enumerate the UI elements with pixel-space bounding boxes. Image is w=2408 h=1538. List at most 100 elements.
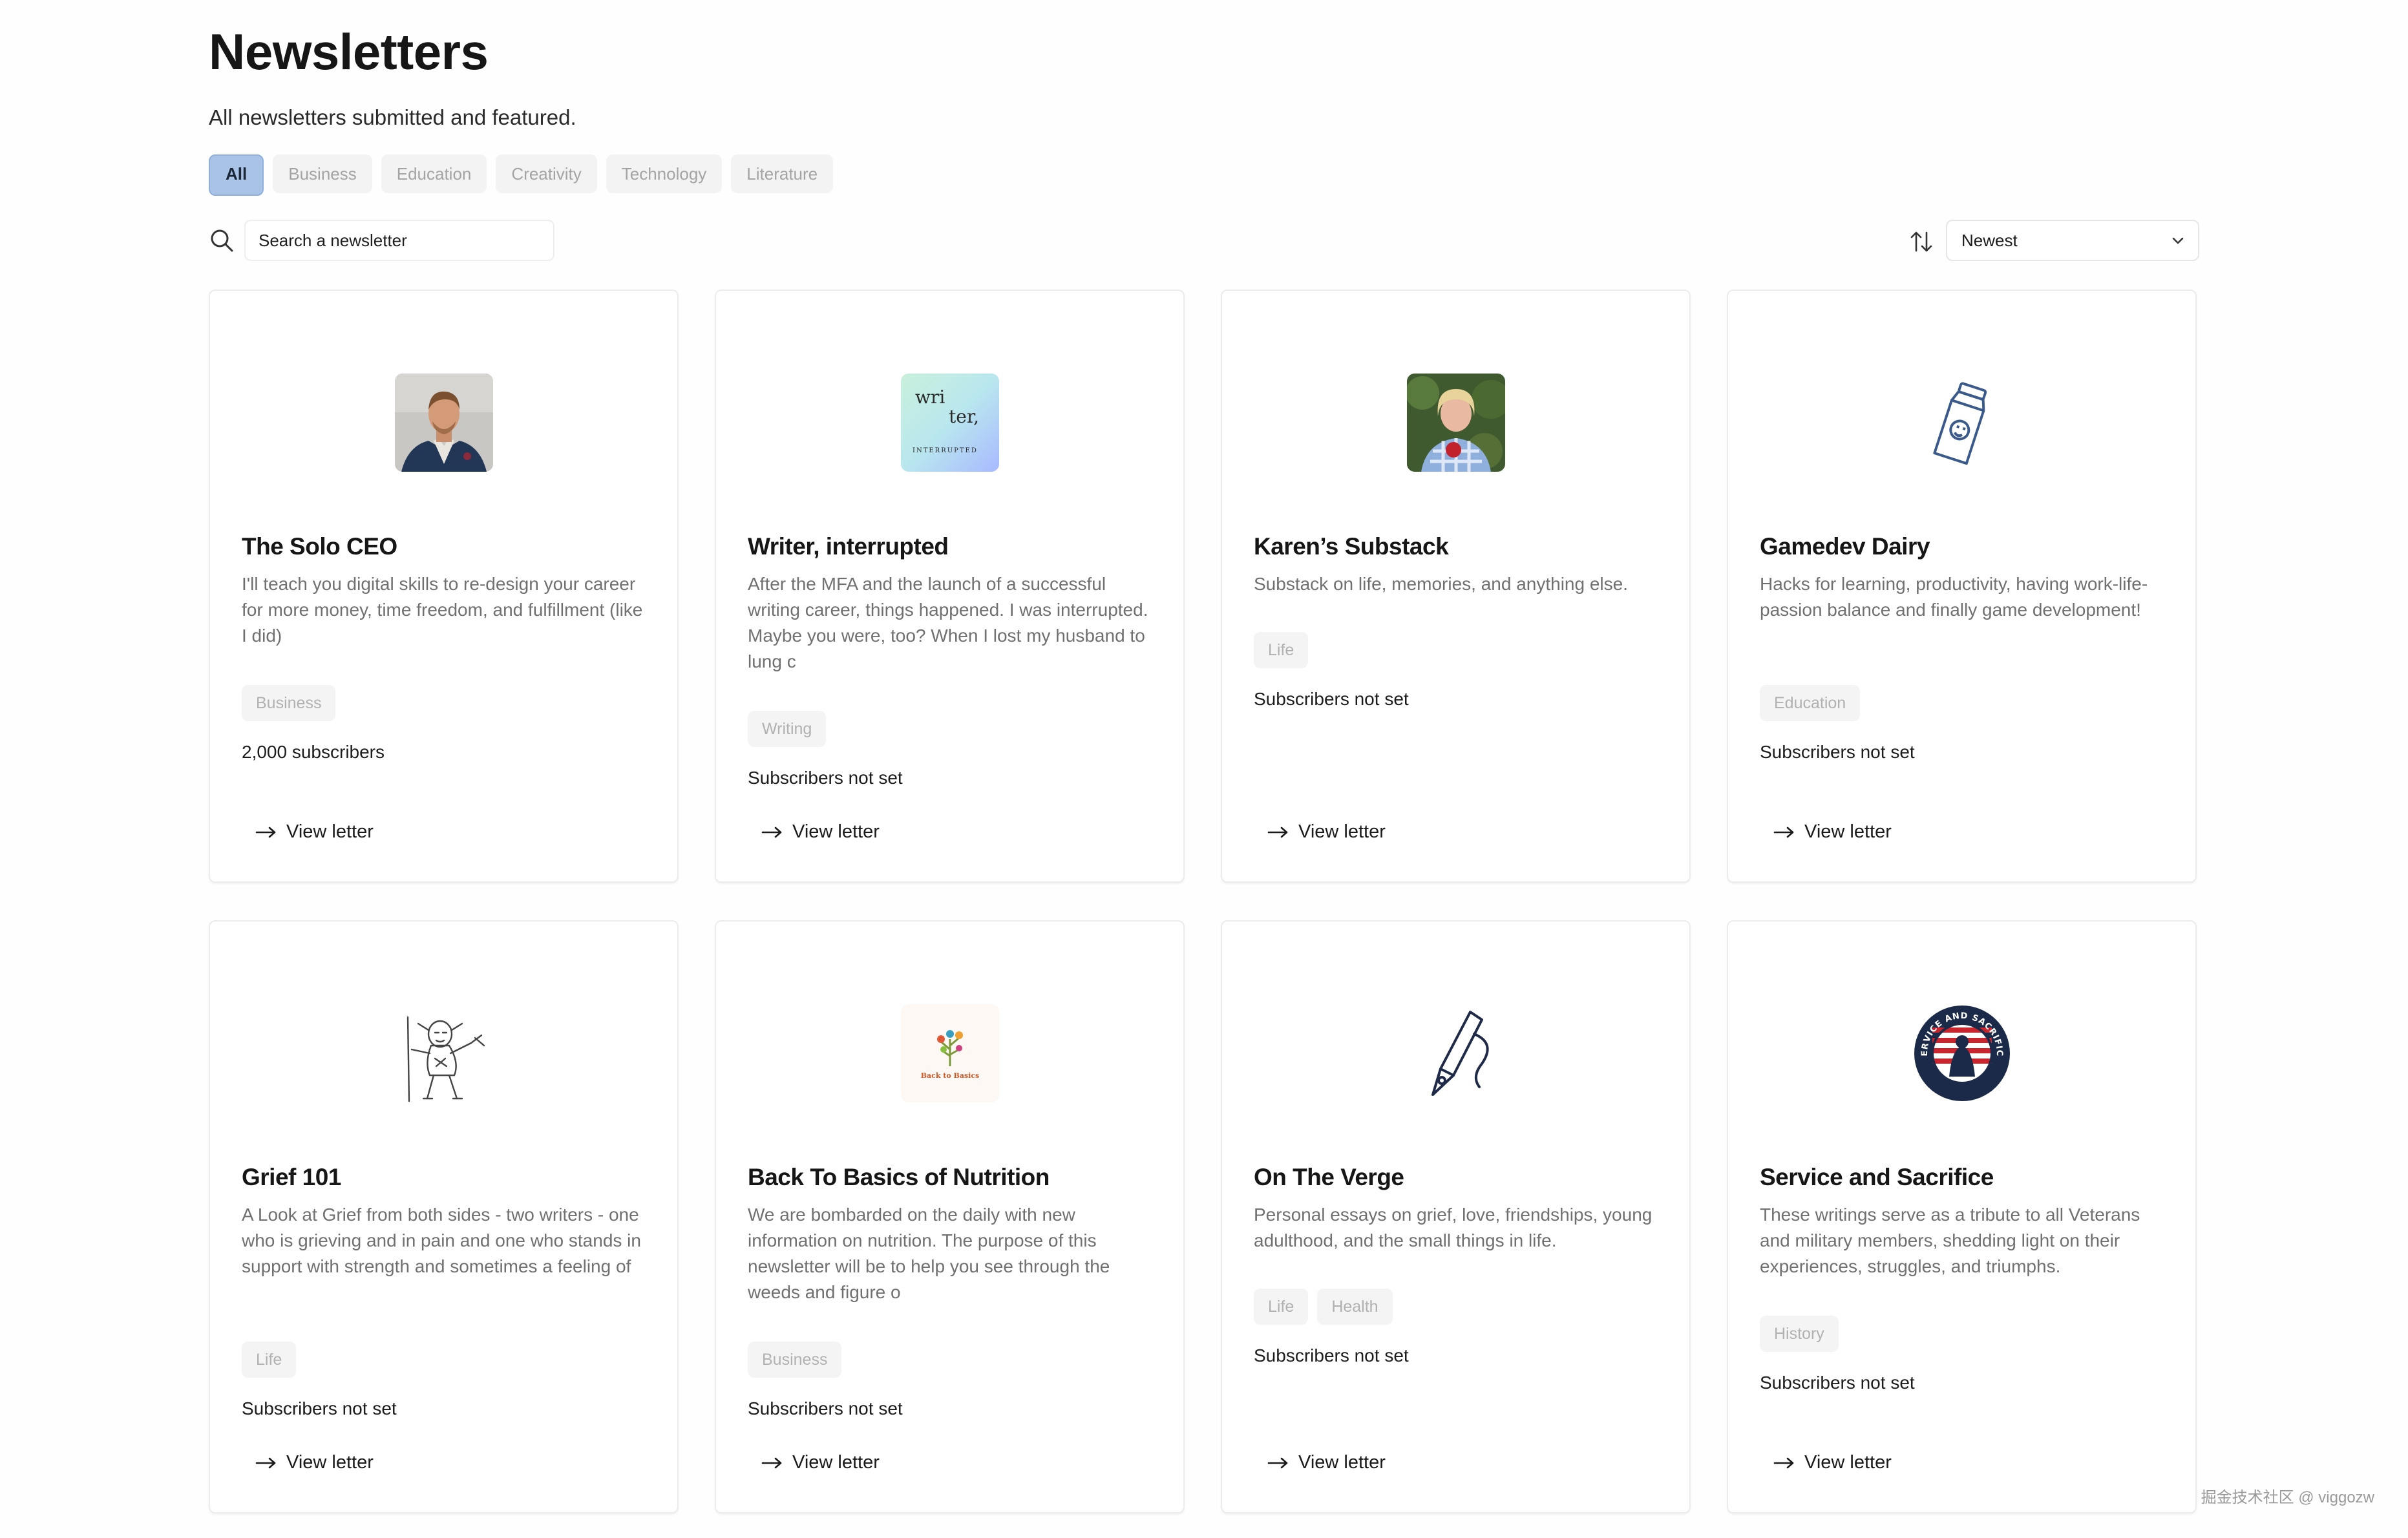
card-tags: Business: [242, 685, 336, 721]
tag-health[interactable]: Health: [1317, 1289, 1393, 1325]
subscriber-count: Subscribers not set: [748, 768, 903, 788]
woman-portrait-photo: [1407, 374, 1505, 472]
subscriber-count: Subscribers not set: [1254, 1345, 1409, 1365]
view-letter-label: View letter: [286, 821, 374, 842]
filter-all[interactable]: All: [209, 154, 264, 196]
view-letter-link[interactable]: View letter: [255, 821, 374, 843]
subscriber-count: Subscribers not set: [1760, 742, 1915, 762]
view-letter-link[interactable]: View letter: [255, 1452, 374, 1473]
logo-word-2: ter,: [949, 406, 979, 427]
subscriber-count: Subscribers not set: [748, 1398, 903, 1418]
filter-literature[interactable]: Literature: [731, 154, 834, 193]
fountain-pen-icon: [1407, 1004, 1505, 1102]
view-letter-link[interactable]: View letter: [761, 1452, 880, 1473]
logo-word-3: INTERRUPTED: [913, 447, 978, 454]
card-description: Hacks for learning, productivity, having…: [1760, 574, 2148, 620]
view-letter-link[interactable]: View letter: [1773, 1452, 1892, 1473]
search-icon: [211, 229, 233, 252]
newsletter-card[interactable]: Grief 101 A Look at Grief from both side…: [209, 920, 679, 1513]
arrow-right-icon: [1267, 1457, 1288, 1468]
filter-education[interactable]: Education: [381, 154, 487, 193]
tag-life[interactable]: Life: [1254, 632, 1309, 668]
filter-creativity[interactable]: Creativity: [496, 154, 597, 193]
card-description: Substack on life, memories, and anything…: [1254, 574, 1628, 594]
card-description: These writings serve as a tribute to all…: [1760, 1205, 2140, 1276]
arrow-right-icon: [1773, 827, 1794, 837]
filter-technology[interactable]: Technology: [606, 154, 723, 193]
view-letter-link[interactable]: View letter: [1773, 821, 1892, 843]
newsletter-card[interactable]: Karen’s Substack Substack on life, memor…: [1221, 290, 1691, 883]
tag-writing[interactable]: Writing: [748, 711, 827, 747]
view-letter-label: View letter: [1298, 821, 1386, 842]
card-title: Writer, interrupted: [748, 533, 949, 560]
watermark: 掘金技术社区 @ viggozw: [2201, 1489, 2374, 1506]
card-tags: Writing: [748, 711, 827, 747]
goblin-sketch-logo: [395, 1004, 493, 1102]
card-title: Service and Sacrifice: [1760, 1164, 1994, 1190]
view-letter-label: View letter: [792, 1452, 880, 1473]
arrow-right-icon: [1267, 827, 1288, 837]
toolbar: Newest: [209, 220, 2199, 262]
newsletter-card[interactable]: Gamedev Dairy Hacks for learning, produc…: [1727, 290, 2197, 883]
page-subtitle: All newsletters submitted and featured.: [209, 105, 576, 129]
card-description: Personal essays on grief, love, friendsh…: [1254, 1205, 1653, 1250]
card-tags: Business: [748, 1342, 842, 1378]
newsletter-card[interactable]: Back to Basics Back To Basics of Nutriti…: [715, 920, 1185, 1513]
card-tags: Life: [1254, 632, 1309, 668]
card-title: Karen’s Substack: [1254, 533, 1449, 560]
tag-life[interactable]: Life: [1254, 1289, 1309, 1325]
card-title: Back To Basics of Nutrition: [748, 1164, 1050, 1190]
view-letter-link[interactable]: View letter: [1267, 1452, 1386, 1473]
card-tags: History: [1760, 1316, 1839, 1352]
arrow-right-icon: [761, 1457, 782, 1468]
milk-carton-icon: [1913, 374, 2011, 472]
filter-business[interactable]: Business: [273, 154, 372, 193]
back-to-basics-logo: Back to Basics: [901, 1004, 999, 1102]
man-portrait-photo: [395, 374, 493, 472]
arrow-right-icon: [255, 1457, 276, 1468]
subscriber-count: Subscribers not set: [1254, 689, 1409, 709]
card-title: Gamedev Dairy: [1760, 533, 1930, 560]
newsletter-card[interactable]: wri ter, INTERRUPTED Writer, interrupted…: [715, 290, 1185, 883]
card-description: I'll teach you digital skills to re-desi…: [242, 574, 643, 646]
tag-life[interactable]: Life: [242, 1342, 297, 1378]
gradient-wordmark-logo: wri ter, INTERRUPTED: [901, 374, 999, 472]
card-description: We are bombarded on the daily with new i…: [748, 1205, 1110, 1302]
chevron-down-icon: [2172, 237, 2184, 244]
newsletter-card[interactable]: SERVICE AND SACRIFICE Service and Sacrif…: [1727, 920, 2197, 1513]
subscriber-count: 2,000 subscribers: [242, 742, 385, 762]
view-letter-label: View letter: [792, 821, 880, 842]
arrow-right-icon: [255, 827, 276, 837]
view-letter-label: View letter: [286, 1452, 374, 1473]
card-description: A Look at Grief from both sides - two wr…: [242, 1205, 641, 1276]
view-letter-label: View letter: [1804, 821, 1892, 842]
logo-word-1: wri: [915, 386, 945, 408]
view-letter-link[interactable]: View letter: [761, 821, 880, 843]
view-letter-link[interactable]: View letter: [1267, 821, 1386, 843]
service-sacrifice-seal: SERVICE AND SACRIFICE: [1913, 1004, 2011, 1102]
arrow-right-icon: [761, 827, 782, 837]
sort-select[interactable]: Newest: [1946, 220, 2199, 261]
subscriber-count: Subscribers not set: [1760, 1373, 1915, 1393]
newsletter-card[interactable]: The Solo CEO I'll teach you digital skil…: [209, 290, 679, 883]
tag-history[interactable]: History: [1760, 1316, 1839, 1352]
newsletter-grid: The Solo CEO I'll teach you digital skil…: [209, 290, 2199, 1513]
sort-selected-value: Newest: [1961, 231, 2018, 250]
card-tags: Education: [1760, 685, 1861, 721]
card-description: After the MFA and the launch of a succes…: [748, 574, 1148, 671]
view-letter-label: View letter: [1298, 1452, 1386, 1473]
card-title: The Solo CEO: [242, 533, 397, 560]
tag-education[interactable]: Education: [1760, 685, 1861, 721]
sort-arrows-icon[interactable]: [1908, 229, 1934, 255]
card-tags: Life: [242, 1342, 297, 1378]
subscriber-count: Subscribers not set: [242, 1398, 397, 1418]
tag-business[interactable]: Business: [242, 685, 336, 721]
view-letter-label: View letter: [1804, 1452, 1892, 1473]
search-input[interactable]: [244, 220, 554, 261]
tag-business[interactable]: Business: [748, 1342, 842, 1378]
card-title: On The Verge: [1254, 1164, 1404, 1190]
logo-text: Back to Basics: [921, 1071, 980, 1080]
newsletter-card[interactable]: On The Verge Personal essays on grief, l…: [1221, 920, 1691, 1513]
card-tags: Life Health: [1254, 1289, 1393, 1325]
card-title: Grief 101: [242, 1164, 341, 1190]
